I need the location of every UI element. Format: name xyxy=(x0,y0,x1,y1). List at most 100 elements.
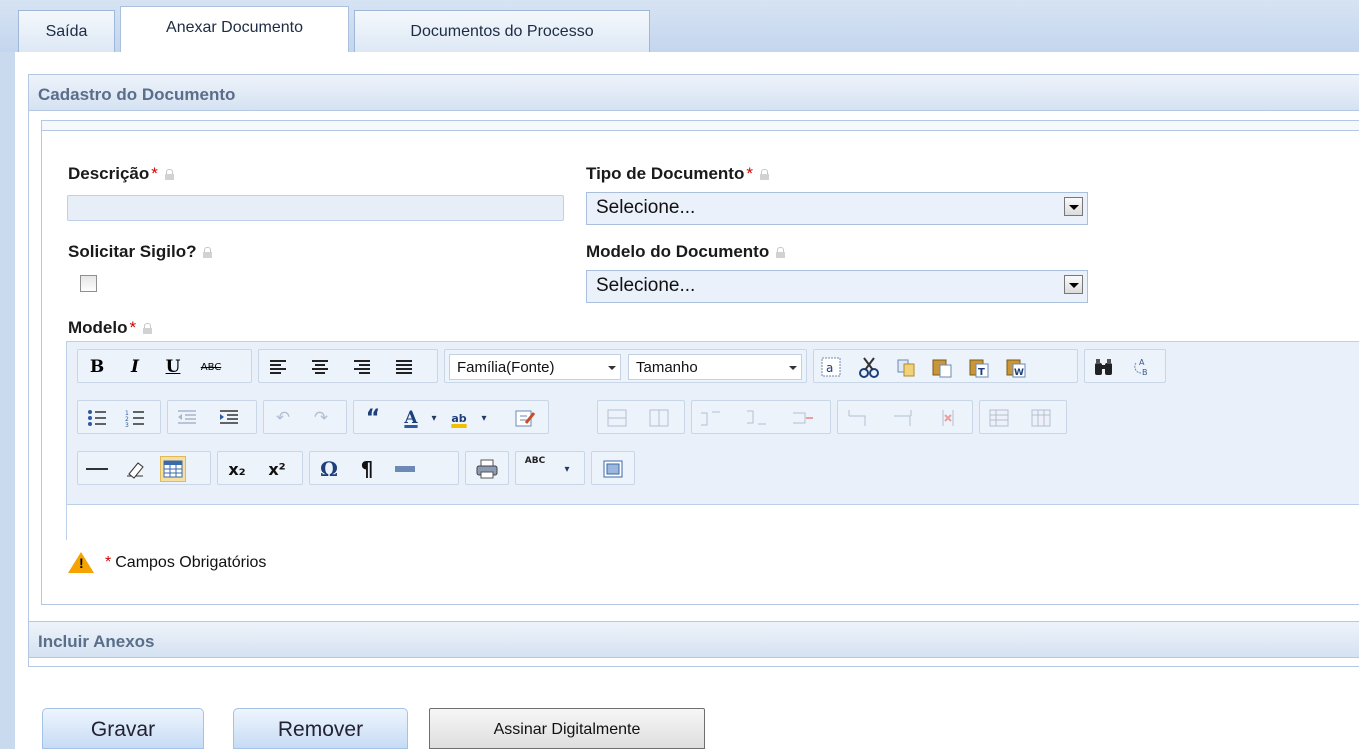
required-mark: * xyxy=(105,554,112,571)
subscript-icon[interactable]: x₂ xyxy=(224,456,250,482)
incluir-anexos-panel[interactable]: Incluir Anexos xyxy=(28,621,1359,658)
italic-icon[interactable]: I xyxy=(122,354,148,380)
select-all-icon[interactable]: a xyxy=(818,354,844,380)
chevron-down-icon xyxy=(608,366,616,370)
tipo-documento-label: Tipo de Documento * xyxy=(586,164,769,184)
tab-label: Documentos do Processo xyxy=(410,22,594,40)
lock-icon xyxy=(203,247,213,258)
required-fields-legend: * Campos Obrigatórios xyxy=(103,554,266,572)
chevron-down-icon[interactable]: ▾ xyxy=(428,405,440,431)
horizontal-rule-icon[interactable] xyxy=(84,456,110,482)
remover-button[interactable]: Remover xyxy=(233,708,408,749)
table-props-group xyxy=(979,400,1067,434)
maximize-icon[interactable] xyxy=(600,456,626,482)
lock-icon xyxy=(759,169,769,180)
bullet-list-icon[interactable] xyxy=(84,405,110,431)
descricao-input[interactable] xyxy=(67,195,564,221)
copy-icon[interactable] xyxy=(893,354,919,380)
redo-icon[interactable]: ↷ xyxy=(308,405,334,431)
panel-header[interactable]: Cadastro do Documento xyxy=(29,75,1359,111)
table-cell-props-icon[interactable] xyxy=(1028,405,1054,431)
find-icon[interactable] xyxy=(1091,354,1117,380)
justify-icon[interactable] xyxy=(391,354,417,380)
descricao-label: Descrição * xyxy=(68,164,174,184)
delete-row-icon[interactable] xyxy=(790,405,816,431)
format-group: “ A ▾ ab ▾ xyxy=(353,400,549,434)
paste-word-icon[interactable]: W xyxy=(1003,354,1029,380)
chevron-down-icon[interactable] xyxy=(1064,197,1083,216)
highlight-icon[interactable]: ab xyxy=(446,405,472,431)
insert-row-after-icon[interactable] xyxy=(744,405,770,431)
editor-content-area[interactable] xyxy=(67,504,1359,540)
align-left-icon[interactable] xyxy=(265,354,291,380)
insert-column-before-icon[interactable] xyxy=(844,405,870,431)
svg-text:3: 3 xyxy=(125,422,129,427)
indent-icon[interactable] xyxy=(216,405,242,431)
solicitar-sigilo-label: Solicitar Sigilo? xyxy=(68,242,213,262)
numbered-list-icon[interactable]: 123 xyxy=(122,405,148,431)
strikethrough-icon[interactable]: ABC xyxy=(198,354,224,380)
print-group xyxy=(465,451,509,485)
underline-icon[interactable]: U xyxy=(160,354,186,380)
assinar-digitalmente-button[interactable]: Assinar Digitalmente xyxy=(429,708,705,749)
bold-icon[interactable]: B xyxy=(84,354,110,380)
lock-icon xyxy=(143,323,153,334)
descricao-label-text: Descrição xyxy=(68,164,150,183)
font-size-combo[interactable]: Tamanho xyxy=(628,354,802,380)
insert-column-after-icon[interactable] xyxy=(890,405,916,431)
chevron-down-icon[interactable]: ▾ xyxy=(560,456,574,482)
modelo-documento-select[interactable]: Selecione... xyxy=(586,270,1088,303)
tab-saida[interactable]: Saída xyxy=(18,10,115,52)
rich-text-editor: B I U ABC Família(Fonte) Tamanho a T W A… xyxy=(66,341,1359,540)
toolbar-row-2: 123 ↶ ↷ “ A ▾ ab ▾ xyxy=(77,400,1357,434)
font-group: Família(Fonte) Tamanho xyxy=(444,349,807,383)
chevron-down-icon xyxy=(789,366,797,370)
align-center-icon[interactable] xyxy=(307,354,333,380)
sigilo-checkbox[interactable] xyxy=(80,275,97,292)
insert-group xyxy=(77,451,211,485)
font-family-value: Família(Fonte) xyxy=(457,359,555,376)
table-row-props-icon[interactable] xyxy=(986,405,1012,431)
list-group: 123 xyxy=(77,400,161,434)
align-right-icon[interactable] xyxy=(349,354,375,380)
find-group: AB xyxy=(1084,349,1166,383)
fieldset-top xyxy=(42,121,1359,131)
page-break-icon[interactable] xyxy=(392,456,418,482)
eraser-icon[interactable] xyxy=(122,456,148,482)
replace-icon[interactable]: AB xyxy=(1129,354,1155,380)
blockquote-icon[interactable]: “ xyxy=(360,405,386,431)
modelo-label-text: Modelo xyxy=(68,318,128,337)
tipo-documento-select[interactable]: Selecione... xyxy=(586,192,1088,225)
delete-column-icon[interactable] xyxy=(936,405,962,431)
font-color-icon[interactable]: A xyxy=(398,405,424,431)
paste-text-icon[interactable]: T xyxy=(966,354,992,380)
edit-source-icon[interactable] xyxy=(512,405,538,431)
insert-row-before-icon[interactable] xyxy=(698,405,724,431)
modelo-label: Modelo * xyxy=(68,318,153,338)
tab-anexar-documento[interactable]: Anexar Documento xyxy=(120,6,349,53)
cut-icon[interactable] xyxy=(856,354,882,380)
spellcheck-icon[interactable]: ABC xyxy=(522,456,548,482)
font-family-combo[interactable]: Família(Fonte) xyxy=(449,354,621,380)
outdent-icon[interactable] xyxy=(174,405,200,431)
warning-icon-mark: ! xyxy=(79,555,84,571)
table-icon[interactable] xyxy=(160,456,186,482)
paste-icon[interactable] xyxy=(929,354,955,380)
history-group: ↶ ↷ xyxy=(263,400,347,434)
undo-icon[interactable]: ↶ xyxy=(270,405,296,431)
split-cells-icon[interactable] xyxy=(646,405,672,431)
modelo-documento-label-text: Modelo do Documento xyxy=(586,242,770,261)
merge-cells-icon[interactable] xyxy=(604,405,630,431)
superscript-icon[interactable]: x² xyxy=(264,456,290,482)
svg-text:a: a xyxy=(826,361,833,375)
pilcrow-icon[interactable]: ¶ xyxy=(354,456,380,482)
gravar-button[interactable]: Gravar xyxy=(42,708,204,749)
omega-icon[interactable]: Ω xyxy=(316,456,342,482)
tab-documentos-do-processo[interactable]: Documentos do Processo xyxy=(354,10,650,52)
solicitar-sigilo-label-text: Solicitar Sigilo? xyxy=(68,242,197,261)
chevron-down-icon[interactable] xyxy=(1064,275,1083,294)
column-group xyxy=(837,400,973,434)
svg-text:W: W xyxy=(1014,368,1024,378)
print-icon[interactable] xyxy=(474,456,500,482)
chevron-down-icon[interactable]: ▾ xyxy=(478,405,490,431)
